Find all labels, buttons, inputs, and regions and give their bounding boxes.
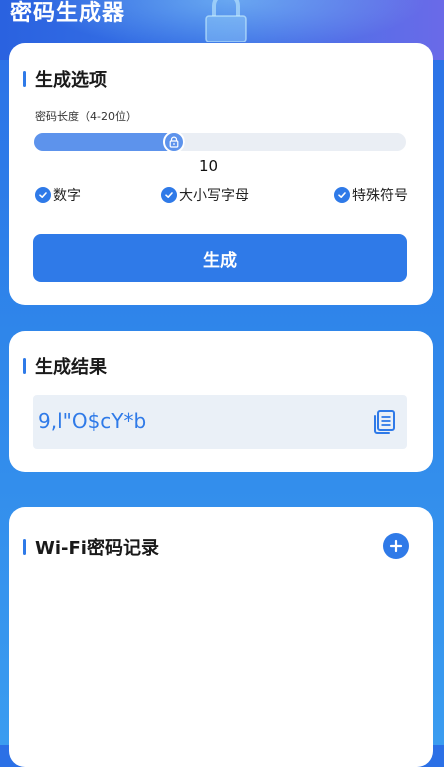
plus-circle-icon <box>389 539 403 553</box>
checkbox-symbols[interactable]: 特殊符号 <box>334 185 408 205</box>
options-title: 生成选项 <box>35 70 107 91</box>
checkbox-label: 大小写字母 <box>179 188 249 204</box>
lock-icon <box>169 136 179 148</box>
generate-button[interactable]: 生成 <box>33 234 407 282</box>
records-title: Wi-Fi密码记录 <box>35 538 159 559</box>
slider-thumb[interactable] <box>163 131 185 153</box>
length-label: 密码长度（4-20位） <box>35 110 137 123</box>
check-icon <box>35 187 51 203</box>
check-icon <box>161 187 177 203</box>
check-icon <box>334 187 350 203</box>
options-section-title: 生成选项 <box>23 66 107 92</box>
title-accent-bar <box>23 71 26 87</box>
copy-icon[interactable] <box>369 407 399 437</box>
checkbox-label: 数字 <box>53 188 81 204</box>
lock-icon <box>205 0 247 42</box>
password-output[interactable]: 9,l"O$cY*b <box>33 395 407 449</box>
title-accent-bar <box>23 358 26 374</box>
page-title: 密码生成器 <box>10 1 126 26</box>
options-card: 生成选项 密码长度（4-20位） 10 数字 大小写字母 特殊符号 生成 <box>9 43 433 305</box>
generated-password: 9,l"O$cY*b <box>38 409 147 433</box>
records-card: Wi-Fi密码记录 <box>9 507 433 767</box>
checkbox-digits[interactable]: 数字 <box>35 185 81 205</box>
result-section-title: 生成结果 <box>23 353 107 379</box>
checkbox-label: 特殊符号 <box>352 188 408 204</box>
checkbox-letters[interactable]: 大小写字母 <box>161 185 249 205</box>
slider-value: 10 <box>199 157 219 175</box>
result-title: 生成结果 <box>35 357 107 378</box>
title-accent-bar <box>23 539 26 555</box>
add-record-button[interactable] <box>383 533 409 559</box>
result-card: 生成结果 9,l"O$cY*b <box>9 331 433 472</box>
length-slider[interactable] <box>34 131 406 153</box>
records-section-title: Wi-Fi密码记录 <box>23 534 159 560</box>
